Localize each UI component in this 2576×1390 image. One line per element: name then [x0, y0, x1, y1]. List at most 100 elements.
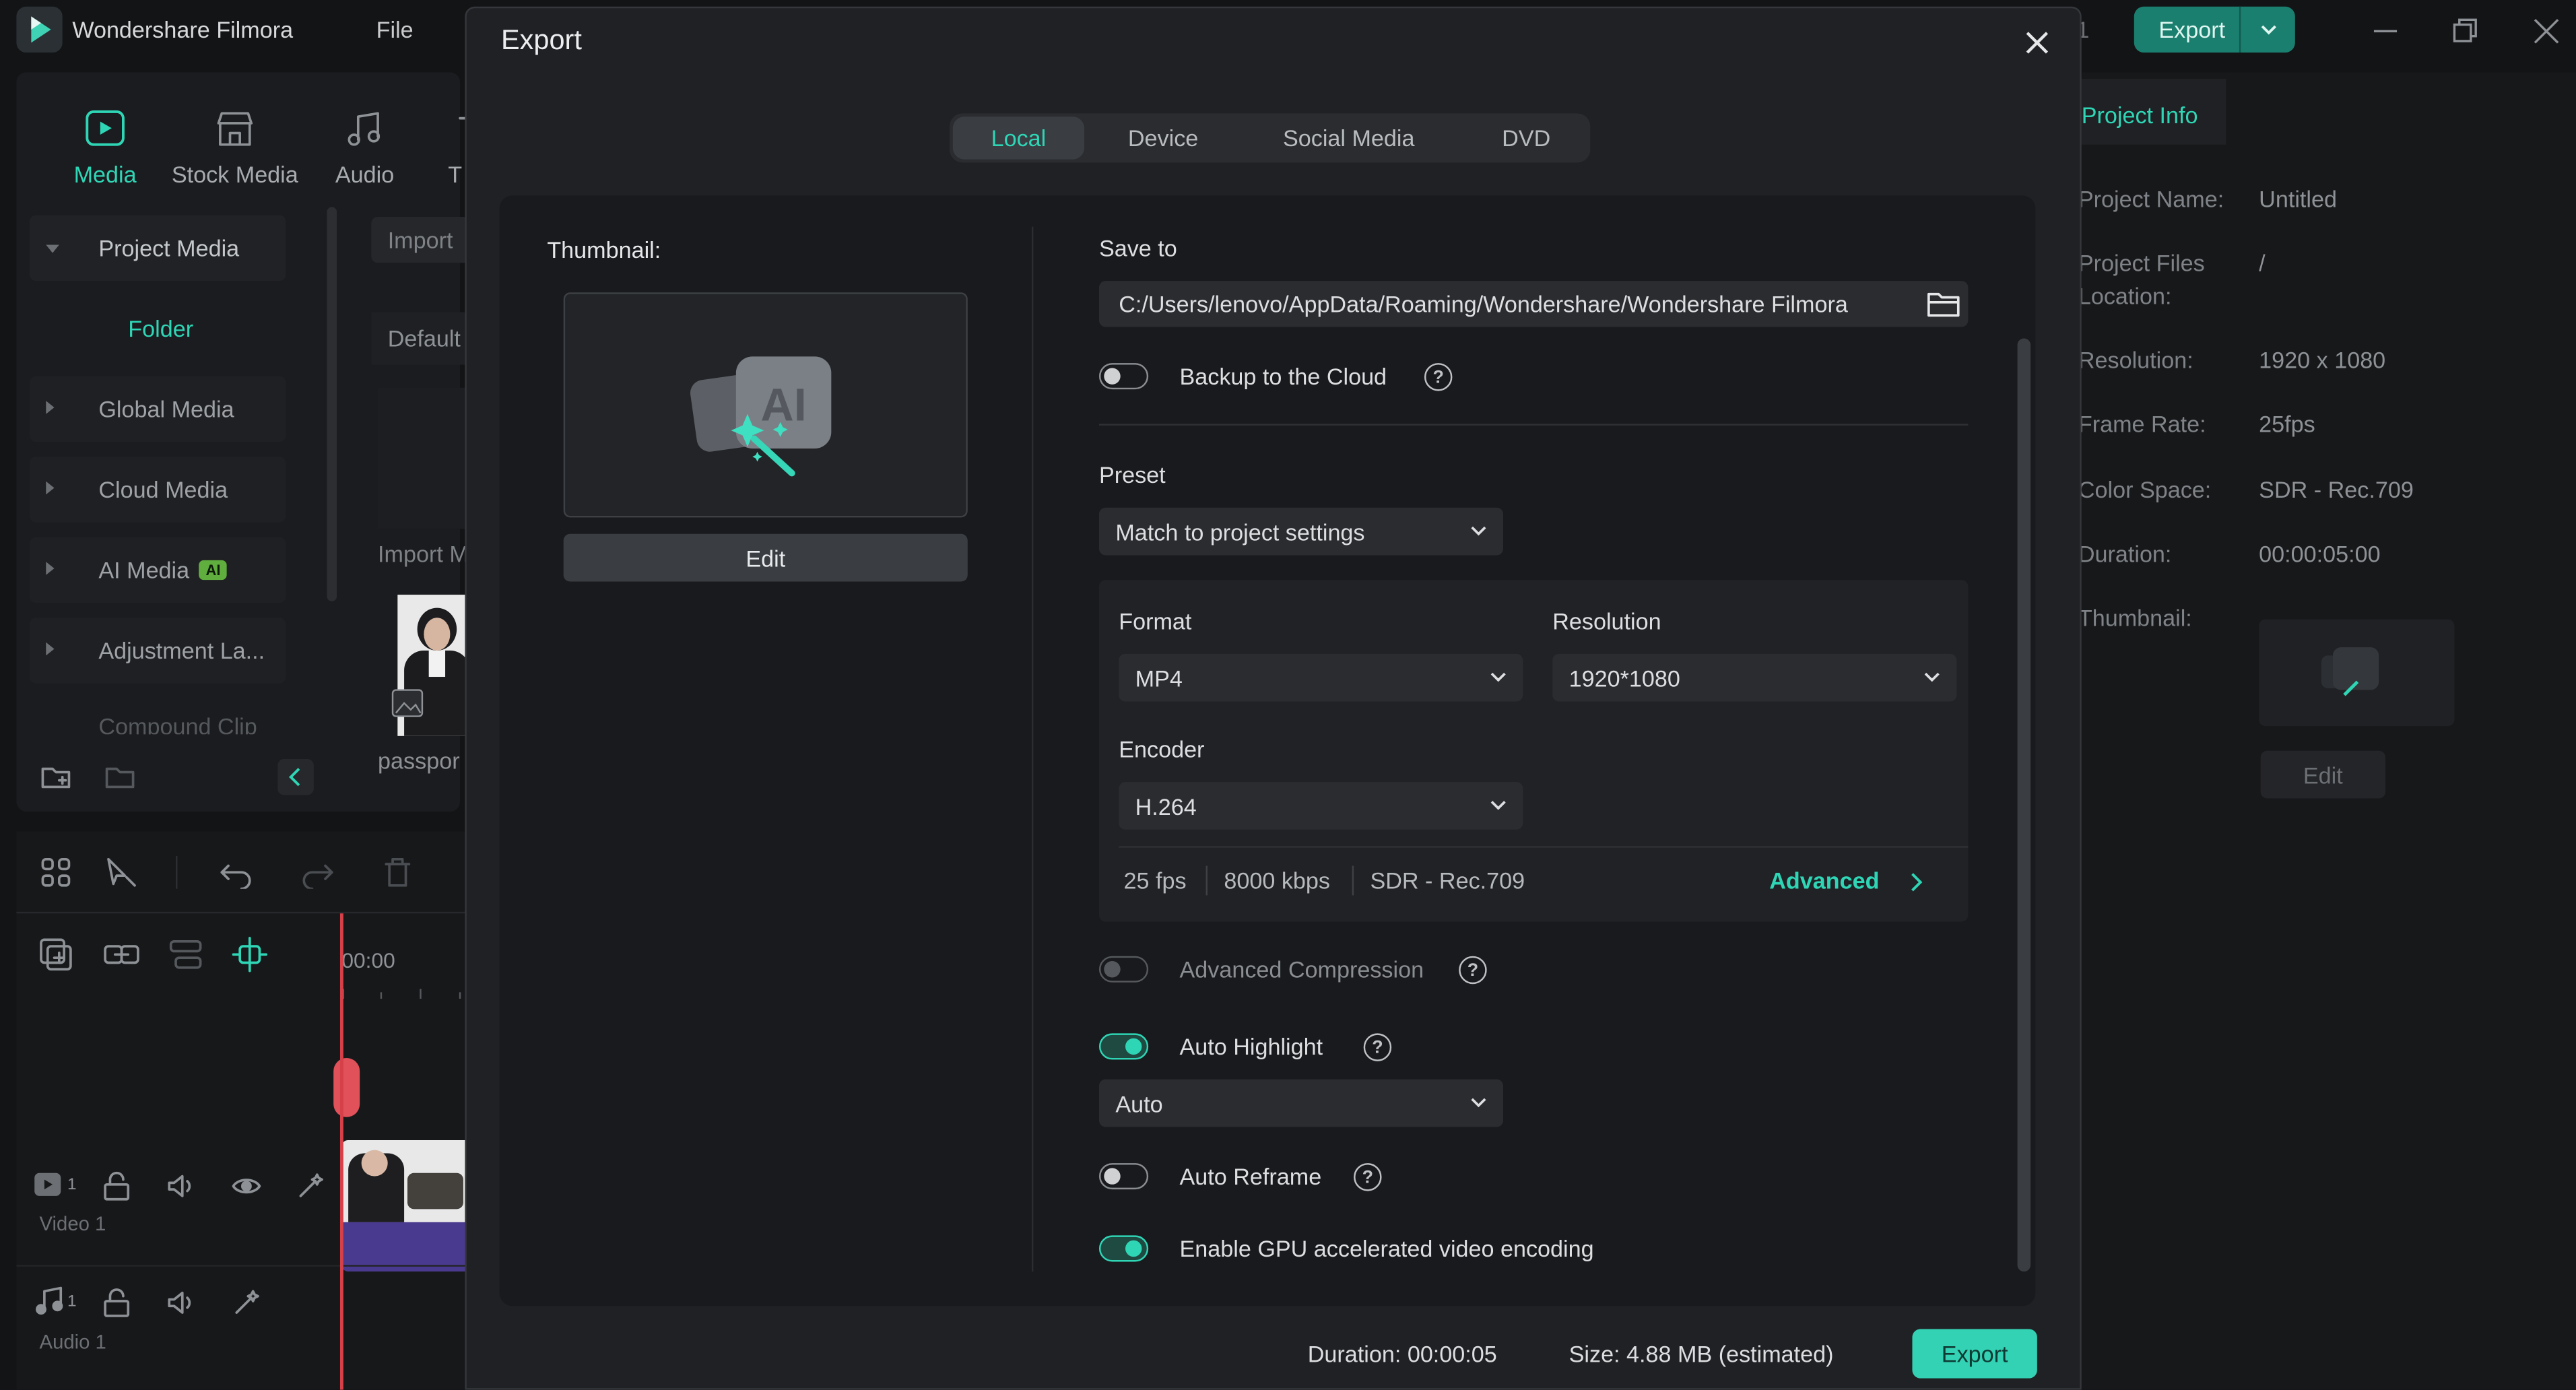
top-export-button[interactable]: Export	[2134, 6, 2295, 53]
help-icon[interactable]: ?	[1424, 363, 1453, 391]
app-title: Wondershare Filmora	[72, 16, 294, 43]
chevron-down-icon	[1471, 526, 1486, 536]
restore-icon[interactable]	[2448, 13, 2484, 50]
tree-label: Compound Clip	[98, 713, 257, 735]
eye-icon[interactable]	[232, 1171, 261, 1201]
resolution-value: 1920*1080	[1568, 665, 1680, 692]
ai-image-icon: AI	[690, 356, 832, 477]
chevron-down-icon	[1924, 672, 1940, 682]
thumbnail-preview: AI	[563, 292, 968, 518]
tree-label: Project Media	[98, 234, 240, 261]
menu-file[interactable]: File	[376, 16, 414, 42]
chevron-down-icon	[1471, 1098, 1486, 1108]
auto-highlight-toggle[interactable]	[1098, 1033, 1149, 1060]
dialog-close-icon[interactable]	[2018, 23, 2057, 63]
tab-device[interactable]: Device	[1094, 113, 1232, 162]
snap-icon[interactable]	[232, 936, 268, 972]
help-icon[interactable]: ?	[1459, 956, 1487, 985]
expand-arrow-icon	[46, 562, 55, 575]
help-icon[interactable]: ?	[1363, 1033, 1392, 1061]
info-key-thumbnail: Thumbnail:	[2078, 604, 2192, 631]
chevron-down-icon[interactable]	[2239, 6, 2295, 53]
store-icon	[217, 112, 253, 146]
info-value-colorspace: SDR - Rec.709	[2259, 476, 2414, 503]
encoder-select[interactable]: H.264	[1119, 782, 1523, 830]
auto-reframe-toggle[interactable]	[1098, 1163, 1149, 1190]
tree-adjustment-layer[interactable]: Adjustment La...	[29, 618, 286, 684]
tab-media-label: Media	[73, 161, 137, 188]
tree-compound-clip[interactable]: Compound Clip	[30, 698, 286, 735]
backup-cloud-toggle[interactable]	[1098, 363, 1149, 390]
audio-lock-icon[interactable]	[102, 1288, 131, 1317]
advanced-link[interactable]: Advanced	[1769, 867, 1879, 894]
auto-highlight-select[interactable]: Auto	[1098, 1079, 1504, 1127]
tab-local[interactable]: Local	[952, 117, 1085, 160]
window-close-icon[interactable]	[2528, 13, 2565, 50]
auto-highlight-value: Auto	[1115, 1090, 1163, 1117]
new-folder-icon[interactable]	[40, 760, 73, 793]
resolution-label: Resolution	[1552, 607, 1661, 634]
volume-icon[interactable]	[166, 1171, 195, 1201]
audio-volume-icon[interactable]	[166, 1288, 195, 1317]
save-to-label: Save to	[1098, 234, 1177, 261]
advanced-compression-label: Advanced Compression	[1179, 956, 1424, 983]
save-path-input[interactable]: C:/Users/lenovo/AppData/Roaming/Wondersh…	[1098, 281, 1969, 327]
select-tool-icon[interactable]	[104, 856, 140, 889]
toolbar-divider	[176, 855, 178, 889]
minimize-icon[interactable]	[2367, 13, 2404, 50]
tab-dvd[interactable]: DVD	[1469, 113, 1584, 162]
gpu-encoding-toggle[interactable]	[1098, 1235, 1149, 1262]
preset-select[interactable]: Match to project settings	[1098, 507, 1504, 556]
lock-icon[interactable]	[102, 1171, 131, 1201]
backup-cloud-label: Backup to the Cloud	[1179, 363, 1387, 390]
tab-media[interactable]: Media	[59, 108, 152, 187]
resolution-select[interactable]: 1920*1080	[1552, 653, 1957, 702]
tree-label: AI Media	[98, 556, 190, 583]
format-select[interactable]: MP4	[1119, 653, 1523, 702]
tab-project-info[interactable]: Project Info	[2078, 79, 2226, 145]
folder-outline-icon[interactable]	[104, 760, 137, 793]
video-clip[interactable]	[341, 1139, 473, 1272]
export-button[interactable]: Export	[1912, 1329, 2037, 1379]
playhead-marker[interactable]	[333, 1057, 360, 1117]
grid-layout-icon[interactable]	[40, 856, 73, 889]
add-track-icon[interactable]	[38, 936, 74, 972]
info-key-colorspace: Color Space:	[2078, 476, 2212, 503]
export-size: Size: 4.88 MB (estimated)	[1568, 1340, 1834, 1367]
tab-social-media[interactable]: Social Media	[1255, 113, 1443, 162]
tree-label: Cloud Media	[98, 476, 228, 503]
advanced-compression-toggle[interactable]	[1098, 956, 1149, 983]
track-layout-icon[interactable]	[168, 936, 204, 972]
help-icon[interactable]: ?	[1354, 1163, 1382, 1191]
tab-titles[interactable]: T	[444, 108, 467, 187]
audio-magic-wand-icon[interactable]	[232, 1288, 261, 1317]
delete-icon[interactable]	[381, 856, 414, 889]
top-export-label: Export	[2158, 16, 2226, 43]
import-button[interactable]: Import	[371, 217, 470, 263]
tab-audio[interactable]: Audio	[322, 108, 407, 187]
tree-folder[interactable]: Folder	[30, 296, 286, 362]
chevron-right-icon[interactable]	[1906, 871, 1925, 894]
import-media-placeholder[interactable]	[378, 387, 477, 529]
info-edit-button[interactable]: Edit	[2260, 750, 2386, 799]
browse-folder-icon[interactable]	[1925, 288, 1962, 321]
tree-project-media[interactable]: Project Media	[29, 215, 286, 282]
settings-scrollbar[interactable]	[2017, 338, 2031, 1272]
thumbnail-edit-button[interactable]: Edit	[563, 533, 968, 582]
info-key-framerate: Frame Rate:	[2078, 410, 2206, 437]
tree-cloud-media[interactable]: Cloud Media	[29, 457, 286, 523]
undo-icon[interactable]	[218, 856, 255, 889]
link-icon[interactable]	[102, 936, 141, 972]
playhead[interactable]	[339, 913, 343, 1390]
tree-ai-media[interactable]: AI Media AI	[29, 537, 286, 603]
tab-stock-media[interactable]: Stock Media	[164, 108, 306, 187]
tree-global-media[interactable]: Global Media	[29, 376, 286, 442]
library-scrollbar[interactable]	[327, 207, 337, 601]
collapse-panel-icon[interactable]	[277, 759, 314, 795]
clip-name: passpor	[378, 747, 460, 774]
timeline-ruler[interactable]	[340, 983, 471, 999]
redo-icon[interactable]	[299, 856, 335, 889]
video-track-num: 1	[67, 1176, 77, 1195]
dialog-title: Export	[501, 24, 582, 56]
magic-wand-icon[interactable]	[296, 1171, 325, 1201]
